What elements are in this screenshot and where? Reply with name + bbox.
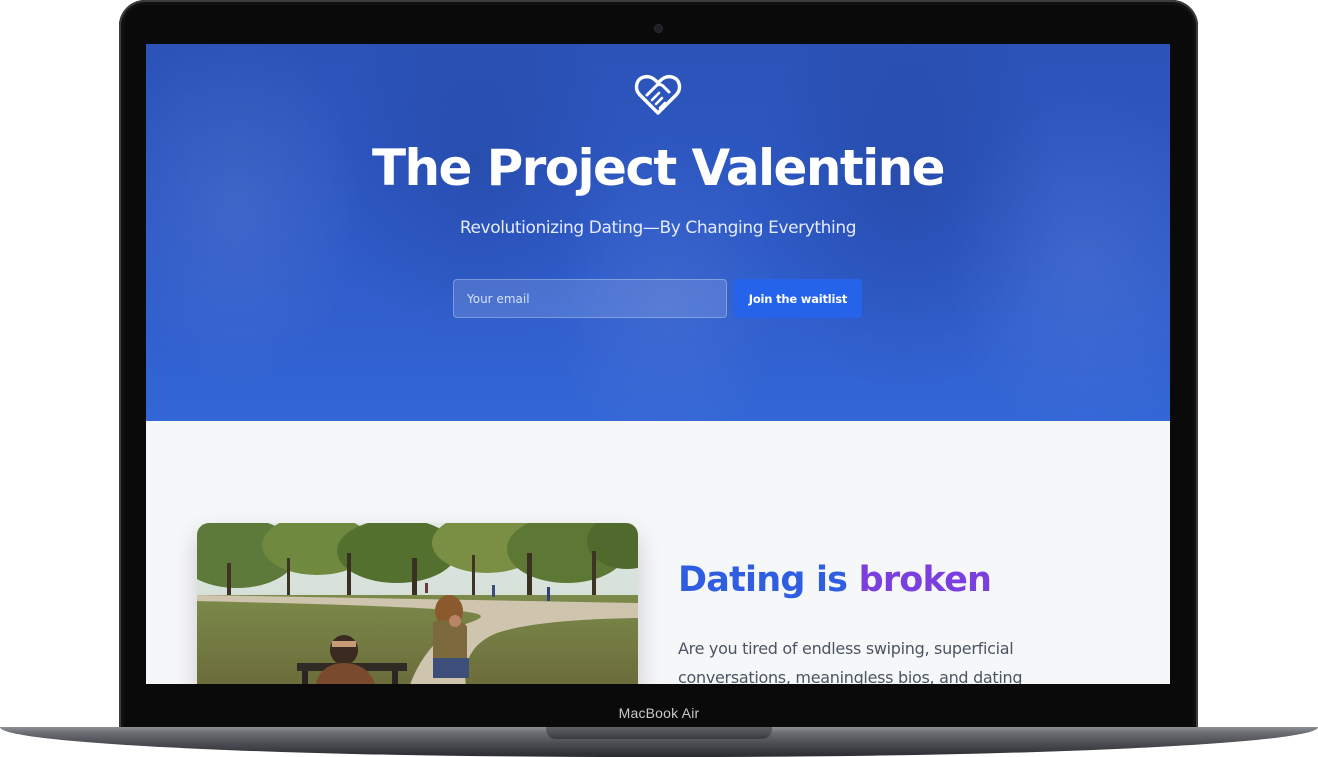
hero-subtitle: Revolutionizing Dating—By Changing Every… bbox=[459, 218, 857, 238]
laptop-frame: The Project Valentine Revolutionizing Da… bbox=[0, 0, 1318, 757]
park-couple-photo bbox=[197, 523, 638, 684]
section-body-text: Are you tired of endless swiping, superf… bbox=[678, 639, 1023, 684]
join-waitlist-button[interactable]: Join the waitlist bbox=[734, 279, 862, 318]
device-label: MacBook Air bbox=[618, 705, 700, 721]
hero-section: The Project Valentine Revolutionizing Da… bbox=[146, 44, 1170, 421]
page-title: The Project Valentine bbox=[372, 139, 946, 197]
section-heading: Dating is broken bbox=[678, 557, 992, 603]
camera-icon bbox=[655, 25, 662, 32]
browser-viewport: The Project Valentine Revolutionizing Da… bbox=[146, 44, 1170, 684]
laptop-hinge-notch bbox=[546, 727, 772, 739]
email-input[interactable] bbox=[453, 279, 727, 318]
dating-is-broken-section: Dating is broken Are you tired of endles… bbox=[146, 421, 1170, 684]
handshake-heart-icon bbox=[634, 71, 682, 117]
heading-part-dating-is: Dating is bbox=[678, 560, 859, 600]
heading-part-broken: broken bbox=[858, 560, 992, 600]
